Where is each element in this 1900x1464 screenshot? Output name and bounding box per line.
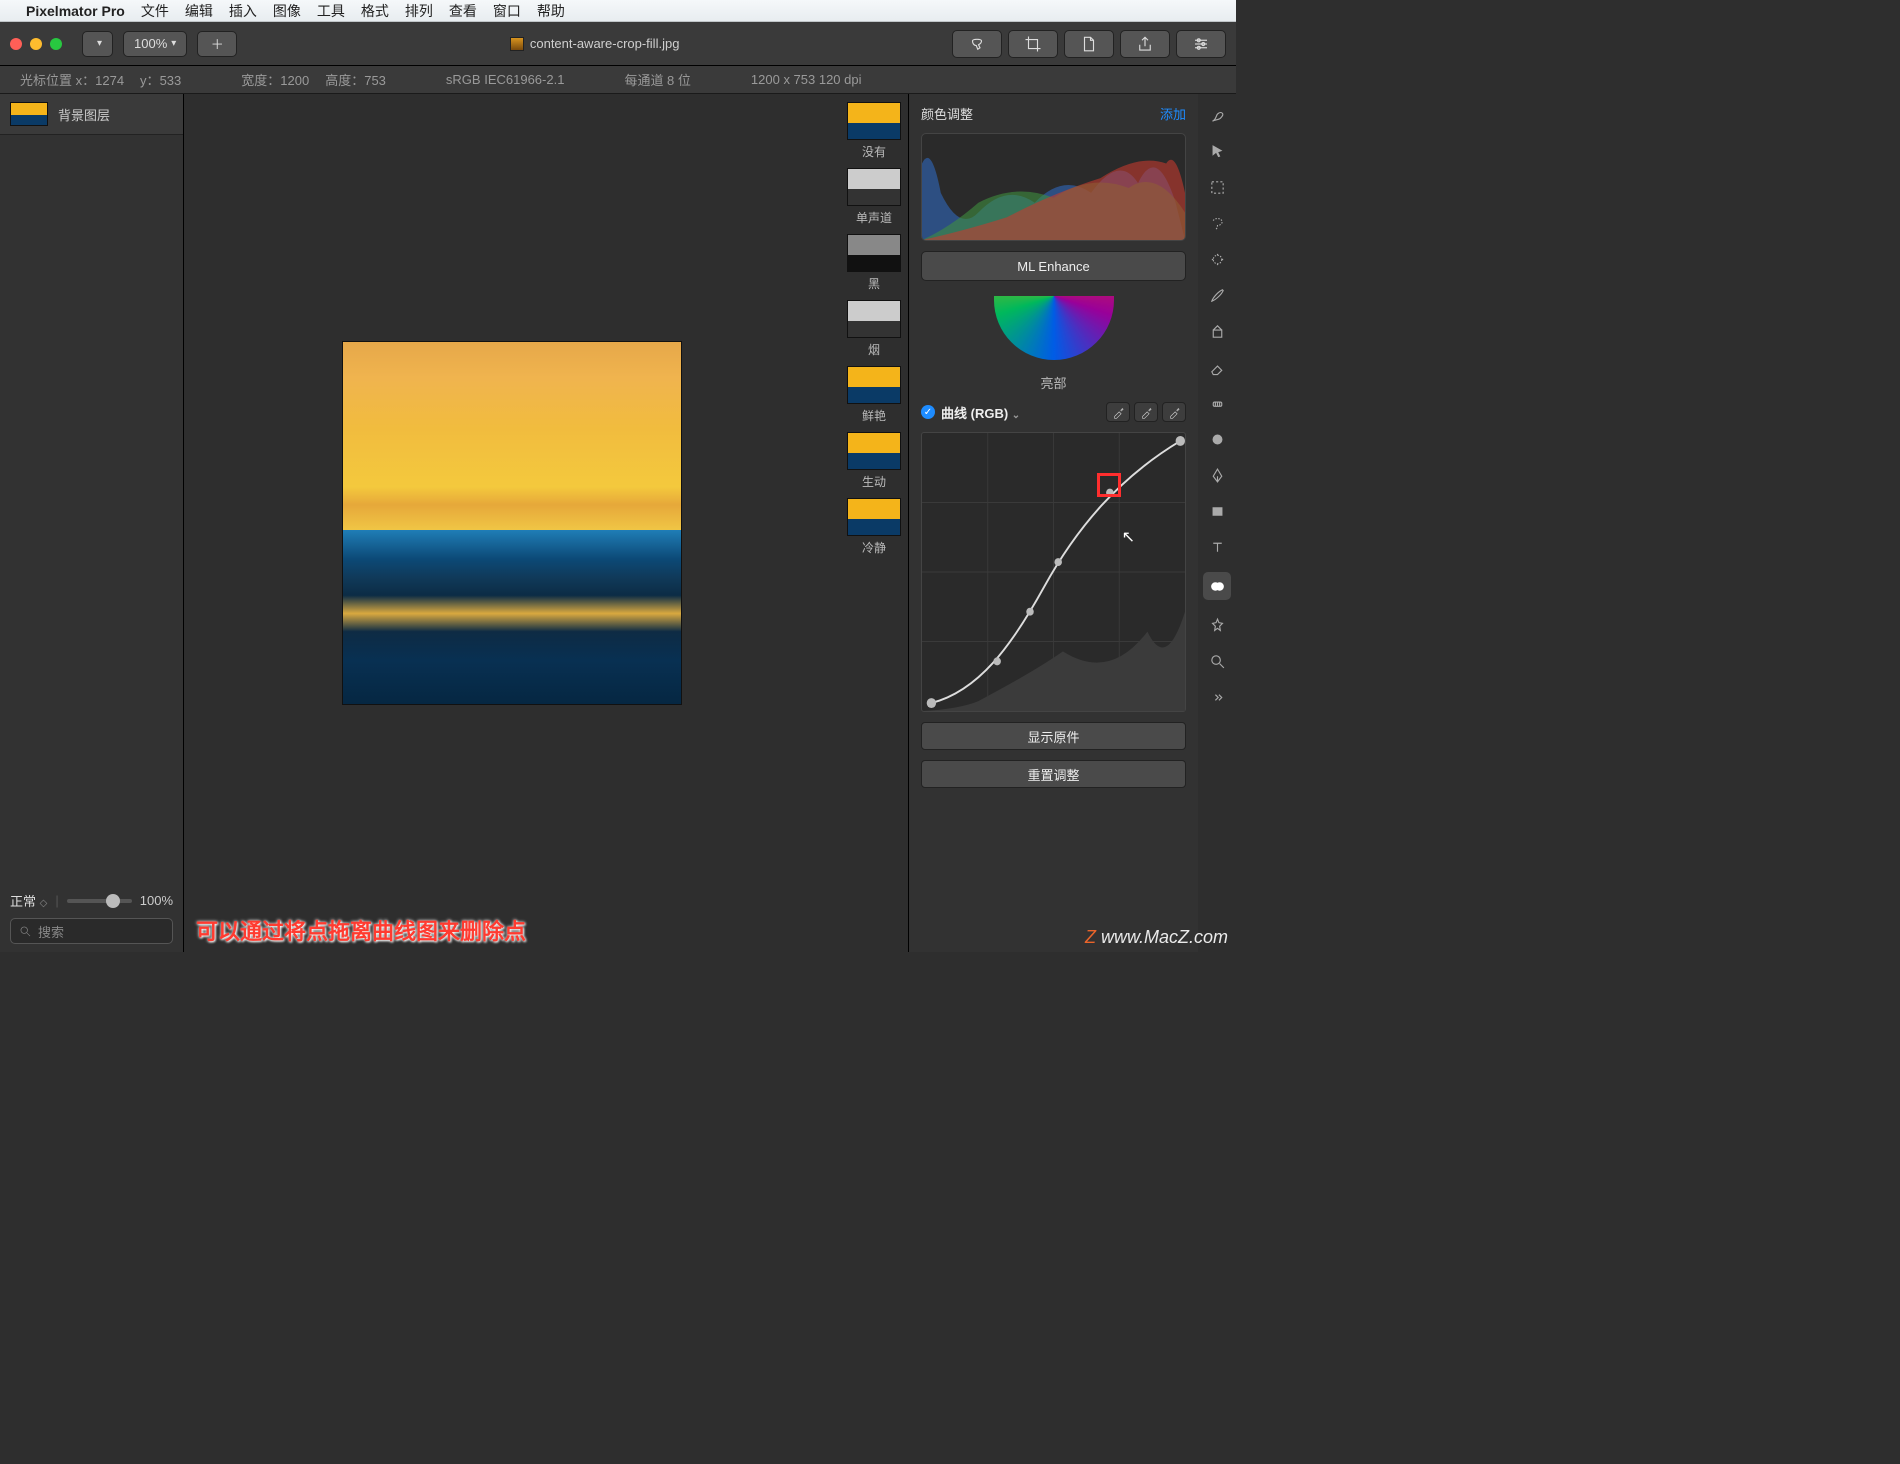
tool-sidebar <box>1198 94 1236 952</box>
eyedropper-black-button[interactable] <box>1106 402 1130 422</box>
close-window-button[interactable] <box>10 38 22 50</box>
cursor-y-value: 533 <box>160 73 182 88</box>
width-value: 1200 <box>280 73 309 88</box>
preset-none[interactable]: 没有 <box>844 102 904 160</box>
menu-arrange[interactable]: 排列 <box>405 1 433 21</box>
menu-window[interactable]: 窗口 <box>493 1 521 21</box>
document-title: content-aware-crop-fill.jpg <box>247 36 942 51</box>
canvas-area[interactable]: 可以通过将点拖离曲线图来删除点 <box>184 94 840 952</box>
preset-lively[interactable]: 生动 <box>844 432 904 490</box>
effects-tool-icon[interactable] <box>1206 614 1228 636</box>
tutorial-overlay-text: 可以通过将点拖离曲线图来删除点 <box>196 914 526 946</box>
layer-row[interactable]: 背景图层 <box>0 94 183 135</box>
preset-smoke[interactable]: 烟 <box>844 300 904 358</box>
status-info-bar: 光标位置 x：1274 y：533 宽度：1200 高度：753 sRGB IE… <box>0 66 1236 94</box>
ml-enhance-button[interactable]: ML Enhance <box>921 251 1186 281</box>
show-original-button[interactable]: 显示原件 <box>921 722 1186 750</box>
crop-tool-button[interactable] <box>1008 30 1058 58</box>
arrow-tool-icon[interactable] <box>1206 140 1228 162</box>
share-button[interactable] <box>1120 30 1170 58</box>
zoom-select[interactable]: 100%▾ <box>123 31 187 57</box>
preset-vivid[interactable]: 鲜艳 <box>844 366 904 424</box>
cursor-pointer-icon: ↖ <box>1122 527 1135 547</box>
layer-search-input[interactable]: 搜索 <box>10 918 173 944</box>
menu-edit[interactable]: 编辑 <box>185 1 213 21</box>
reset-adjustments-button[interactable]: 重置调整 <box>921 760 1186 788</box>
bitdepth-value: 每通道 8 位 <box>624 70 690 89</box>
color-adjustments-panel: 颜色调整 添加 ML Enhance 亮部 ✓ 曲线 (RGB) ⌄ <box>908 94 1198 952</box>
document-button[interactable] <box>1064 30 1114 58</box>
menu-tools[interactable]: 工具 <box>317 1 345 21</box>
menu-file[interactable]: 文件 <box>141 1 169 21</box>
layers-panel: 背景图层 正常 ◇ | 100% 搜索 <box>0 94 184 952</box>
watermark-text: Z www.MacZ.com <box>1085 927 1228 948</box>
repair-tool-icon[interactable] <box>1206 392 1228 414</box>
dimensions-value: 1200 x 753 120 dpi <box>751 72 862 87</box>
cursor-x-label: 光标位置 x： <box>20 73 95 88</box>
height-label: 高度： <box>325 73 364 88</box>
fullscreen-window-button[interactable] <box>50 38 62 50</box>
tutorial-highlight-box <box>1097 473 1121 497</box>
marquee-tool-icon[interactable] <box>1206 176 1228 198</box>
canvas-image <box>342 341 682 705</box>
shape-circle-tool-icon[interactable] <box>1206 428 1228 450</box>
lasso-tool-button[interactable] <box>952 30 1002 58</box>
minimize-window-button[interactable] <box>30 38 42 50</box>
curves-enabled-checkbox[interactable]: ✓ <box>921 405 935 419</box>
colorspace-value: sRGB IEC61966-2.1 <box>446 72 565 87</box>
color-balance-label: 亮部 <box>921 373 1186 392</box>
erase-tool-icon[interactable] <box>1206 356 1228 378</box>
eyedropper-gray-button[interactable] <box>1134 402 1158 422</box>
cursor-y-label: y： <box>140 73 160 88</box>
preset-black[interactable]: 黑 <box>844 234 904 292</box>
layer-thumbnail <box>10 102 48 126</box>
histogram <box>921 133 1186 241</box>
freeselect-tool-icon[interactable] <box>1206 212 1228 234</box>
zoom-value: 100% <box>134 36 167 51</box>
curves-title[interactable]: 曲线 (RGB) ⌄ <box>941 403 1020 422</box>
shape-rect-tool-icon[interactable] <box>1206 500 1228 522</box>
brush-tool-icon[interactable] <box>1206 284 1228 306</box>
menu-view[interactable]: 查看 <box>449 1 477 21</box>
magicwand-tool-icon[interactable] <box>1206 248 1228 270</box>
height-value: 753 <box>364 73 386 88</box>
cursor-x-value: 1274 <box>95 73 124 88</box>
menu-format[interactable]: 格式 <box>361 1 389 21</box>
color-balance-wheel[interactable] <box>921 291 1186 365</box>
window-titlebar: ▾ 100%▾ ＋ content-aware-crop-fill.jpg <box>0 22 1236 66</box>
preset-mono[interactable]: 单声道 <box>844 168 904 226</box>
color-adjust-tool-icon[interactable] <box>1203 572 1231 600</box>
blend-mode-select[interactable]: 正常 ◇ <box>10 891 47 910</box>
add-adjustment-button[interactable]: 添加 <box>1160 104 1186 123</box>
width-label: 宽度： <box>241 73 280 88</box>
window-controls <box>10 38 62 50</box>
eyedropper-white-button[interactable] <box>1162 402 1186 422</box>
curves-graph[interactable]: ↖ <box>921 432 1186 712</box>
style-tool-icon[interactable] <box>1206 104 1228 126</box>
menu-image[interactable]: 图像 <box>273 1 301 21</box>
filename-label: content-aware-crop-fill.jpg <box>530 36 680 51</box>
menu-insert[interactable]: 插入 <box>229 1 257 21</box>
preset-calm[interactable]: 冷静 <box>844 498 904 556</box>
more-tools-icon[interactable] <box>1206 686 1228 708</box>
sidebar-toggle-segment[interactable]: ▾ <box>82 31 113 57</box>
opacity-value: 100% <box>140 893 173 908</box>
opacity-slider[interactable] <box>67 899 132 903</box>
pen-tool-icon[interactable] <box>1206 464 1228 486</box>
menu-help[interactable]: 帮助 <box>537 1 565 21</box>
system-menubar: Pixelmator Pro 文件 编辑 插入 图像 工具 格式 排列 查看 窗… <box>0 0 1236 22</box>
filetype-icon <box>510 37 524 51</box>
settings-sliders-button[interactable] <box>1176 30 1226 58</box>
fill-tool-icon[interactable] <box>1206 320 1228 342</box>
search-placeholder: 搜索 <box>38 922 64 941</box>
preset-strip: 没有 单声道 黑 烟 鲜艳 生动 冷静 <box>840 94 908 952</box>
layer-name: 背景图层 <box>58 105 110 124</box>
zoom-tool-icon[interactable] <box>1206 650 1228 672</box>
type-tool-icon[interactable] <box>1206 536 1228 558</box>
add-button[interactable]: ＋ <box>197 31 237 57</box>
app-menu[interactable]: Pixelmator Pro <box>26 3 125 19</box>
adjust-panel-title: 颜色调整 <box>921 104 973 123</box>
